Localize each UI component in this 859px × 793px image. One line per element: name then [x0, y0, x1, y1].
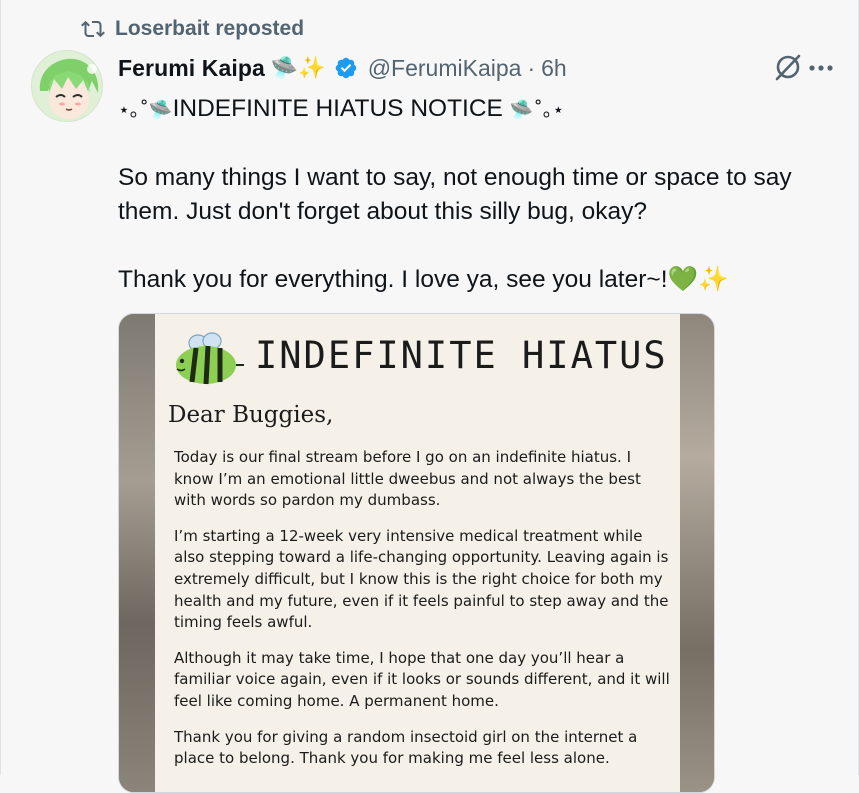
- letter-paragraph: Today is our final stream before I go on…: [174, 448, 641, 510]
- verified-badge-icon[interactable]: [334, 56, 358, 80]
- repost-indicator[interactable]: Loserbait reposted: [81, 15, 304, 43]
- author-handle[interactable]: @FerumiKaipa: [368, 55, 522, 82]
- bee-icon: [176, 332, 244, 385]
- letter-paragraph: Thank you for giving a random insectoid …: [174, 727, 638, 768]
- avatar[interactable]: [31, 50, 103, 122]
- image-blur-right: [678, 314, 714, 792]
- tweet-header: Ferumi Kaipa 🛸✨ @FerumiKaipa · 6h: [118, 52, 818, 84]
- timestamp[interactable]: 6h: [541, 55, 567, 82]
- notice-title: INDEFINITE HIATUS NOTICE: [172, 95, 503, 122]
- repost-label: Loserbait reposted: [115, 17, 305, 40]
- author-name[interactable]: Ferumi Kaipa: [118, 55, 265, 82]
- letter-paper: INDEFINITE HIATUS Dear Buggies, Today is…: [155, 314, 680, 792]
- letter-paragraph: Although it may take time, I hope that o…: [174, 648, 670, 710]
- more-icon[interactable]: [806, 57, 836, 79]
- separator-dot: ·: [527, 54, 536, 81]
- tweet-paragraph-2: So many things I want to say, not enough…: [118, 164, 792, 225]
- image-blur-left: [119, 314, 155, 792]
- tweet-line-1: ⋆｡˚🛸INDEFINITE HIATUS NOTICE 🛸˚｡⋆: [118, 92, 808, 127]
- tweet-card[interactable]: Loserbait reposted Ferumi Kaipa 🛸✨ @Feru…: [0, 0, 859, 793]
- tweet-image[interactable]: INDEFINITE HIATUS Dear Buggies, Today is…: [118, 313, 715, 793]
- letter-body: Today is our final stream before I go on…: [174, 447, 674, 784]
- grok-icon[interactable]: [773, 52, 803, 82]
- decoration-prefix: ⋆｡˚🛸: [118, 99, 173, 121]
- letter-paragraph: I’m starting a 12-week very intensive me…: [174, 526, 669, 632]
- decoration-suffix: 🛸˚｡⋆: [509, 99, 565, 121]
- letter-title: INDEFINITE HIATUS: [255, 334, 668, 377]
- letter-greeting: Dear Buggies,: [168, 402, 334, 428]
- tweet-text: ⋆｡˚🛸INDEFINITE HIATUS NOTICE 🛸˚｡⋆ So man…: [118, 92, 808, 297]
- repost-icon: [81, 20, 105, 38]
- tweet-paragraph-3: Thank you for everything. I love ya, see…: [118, 266, 729, 293]
- author-name-emoji: 🛸✨: [270, 55, 326, 81]
